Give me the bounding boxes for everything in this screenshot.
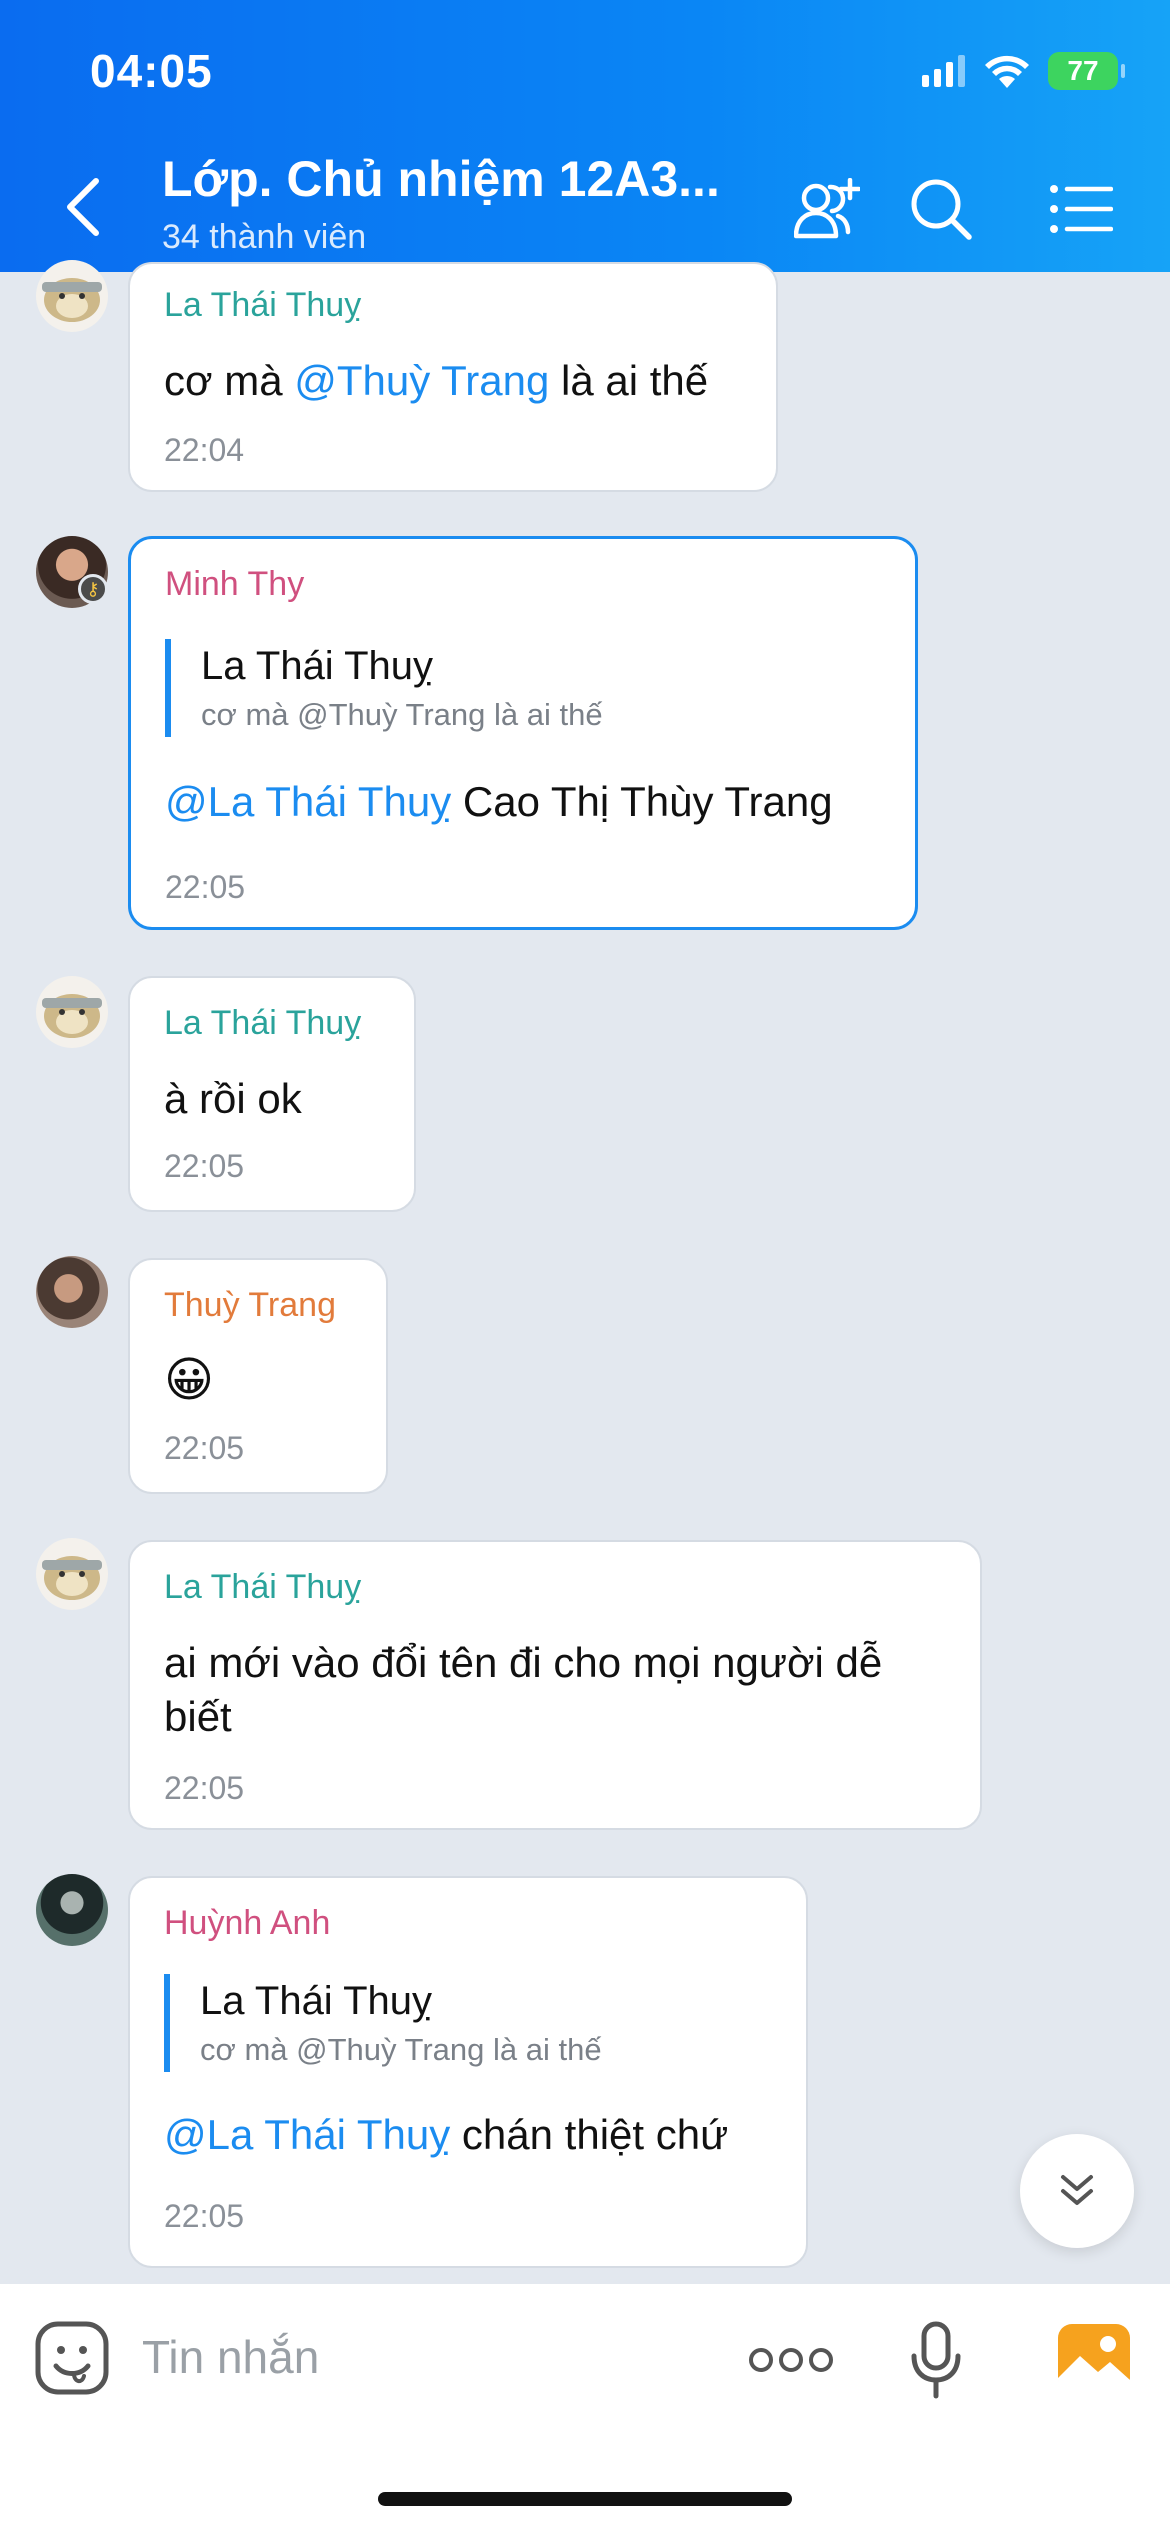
menu-icon [1050,185,1113,233]
add-member-icon [794,178,860,239]
message-text-part: Cao Thị Thùy Trang [451,778,833,825]
more-icon [749,2348,833,2372]
member-count[interactable]: 34 thành viên [162,218,366,257]
search-button[interactable] [904,172,978,246]
sender-name[interactable]: Thuỳ Trang [164,1286,336,1325]
message-time: 22:05 [164,1430,245,1466]
scroll-down-icon [1061,2175,1093,2205]
message-text-part: là ai thế [549,357,709,404]
sender-name[interactable]: La Thái Thuỵ [164,1004,361,1043]
scroll-to-bottom-button[interactable] [1020,2134,1134,2248]
search-icon [911,179,972,240]
microphone-icon [911,2321,961,2399]
message-bubble[interactable]: La Thái Thuỵ à rồi ok 22:05 [128,976,416,1212]
image-icon [1058,2324,1130,2392]
sender-name[interactable]: Huỳnh Anh [164,1904,330,1943]
sticker-button[interactable] [34,2320,110,2396]
message-text: @La Thái Thuỵ Cao Thị Thùy Trang [165,775,833,829]
quoted-text: cơ mà @Thuỳ Trang là ai thế [201,697,603,732]
emoji-message: 😀 [164,1354,215,1407]
more-button[interactable] [748,2342,834,2378]
sender-name[interactable]: Minh Thy [165,565,304,604]
image-button[interactable] [1056,2322,1132,2394]
mention-link[interactable]: @Thuỳ Trang [294,357,549,404]
chat-title[interactable]: Lớp. Chủ nhiệm 12A3... [162,150,762,208]
status-icons: 77 [922,52,1125,90]
message-bubble[interactable]: La Thái Thuỵ cơ mà @Thuỳ Trang là ai thế… [128,262,778,492]
quoted-text: cơ mà @Thuỳ Trang là ai thế [200,2032,602,2067]
message-bubble[interactable]: Minh Thy La Thái Thuỵ cơ mà @Thuỳ Trang … [128,536,918,930]
avatar[interactable] [36,1538,108,1610]
wifi-icon [985,55,1029,88]
message-text-line-1: ai mới vào đổi tên đi cho mọi người dễ [164,1639,883,1686]
message-time: 22:05 [164,2198,245,2234]
status-time: 04:05 [90,45,213,97]
message-time: 22:05 [165,869,246,905]
message-time: 22:04 [164,432,245,468]
avatar[interactable] [36,260,108,332]
avatar[interactable] [36,1256,108,1328]
quoted-message[interactable]: La Thái Thuỵ cơ mà @Thuỳ Trang là ai thế [164,1974,602,2072]
chat-header: 04:05 77 Lớp. Chủ nhiệm 12A3... 34 thành… [0,0,1170,272]
sender-name[interactable]: La Thái Thuỵ [164,1568,361,1607]
quoted-sender: La Thái Thuỵ [201,644,434,688]
microphone-button[interactable] [908,2320,964,2400]
message-text: à rồi ok [164,1075,302,1122]
back-button[interactable] [62,175,112,239]
hamster-avatar-icon [42,994,102,1038]
sticker-icon [35,2321,109,2395]
add-member-button[interactable] [790,172,864,246]
message-bubble[interactable]: Thuỳ Trang 😀 22:05 [128,1258,388,1494]
signal-icon [922,55,965,87]
back-icon [67,178,99,236]
message-input[interactable]: Tin nhắn [142,2330,319,2384]
home-indicator [378,2492,792,2506]
message-text-part: cơ mà [164,357,295,404]
message-time: 22:05 [164,1770,245,1806]
message-text: @La Thái Thuỵ chán thiệt chứ [164,2108,728,2162]
hamster-avatar-icon [42,1556,102,1600]
sender-name[interactable]: La Thái Thuỵ [164,286,361,325]
mention-link[interactable]: @La Thái Thuỵ [164,2111,450,2158]
message-text: cơ mà @Thuỳ Trang là ai thế [164,354,708,408]
battery-icon: 77 [1048,52,1125,90]
mention-link[interactable]: @La Thái Thuỵ [165,778,451,825]
message-input-bar: Tin nhắn [0,2284,1170,2532]
hamster-avatar-icon [42,278,102,322]
message-text-part: chán thiệt chứ [450,2111,729,2158]
avatar[interactable] [36,1874,108,1946]
avatar[interactable] [36,976,108,1048]
admin-key-icon: ⚷ [78,574,108,604]
menu-button[interactable] [1044,172,1118,246]
message-bubble[interactable]: La Thái Thuỵ ai mới vào đổi tên đi cho m… [128,1540,982,1830]
quoted-sender: La Thái Thuỵ [200,1979,433,2023]
message-time: 22:05 [164,1148,245,1184]
message-bubble[interactable]: Huỳnh Anh La Thái Thuỵ cơ mà @Thuỳ Trang… [128,1876,808,2268]
quoted-message[interactable]: La Thái Thuỵ cơ mà @Thuỳ Trang là ai thế [165,639,603,737]
message-text-line-2: biết [164,1693,232,1740]
